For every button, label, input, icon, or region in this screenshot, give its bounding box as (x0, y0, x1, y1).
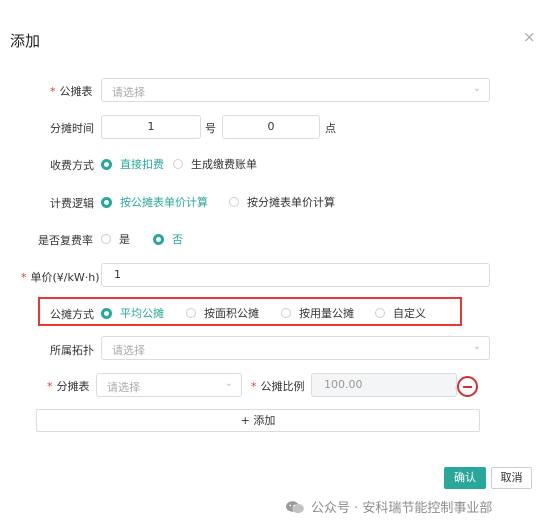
unit-price-input[interactable]: 1 (101, 263, 490, 287)
cancel-button[interactable]: 取消 (491, 467, 532, 489)
ratio-input[interactable]: 100.00 (311, 373, 457, 397)
close-icon[interactable]: × (523, 28, 536, 46)
radio-generate-bill[interactable]: 生成缴费账单 (173, 156, 257, 172)
charge-mode-label: 收费方式 (50, 159, 94, 172)
radio-dot (101, 307, 112, 319)
chevron-down-icon: ⌄ (224, 378, 233, 389)
watermark: 公众号 · 安科瑞节能控制事业部 (285, 497, 492, 516)
add-row-button[interactable]: + 添加 (36, 409, 480, 432)
meter-select[interactable]: 请选择 ⌄ (101, 78, 490, 102)
radio-multi-rate-yes[interactable]: 是 (101, 231, 130, 247)
sub-meter-label: * 分摊表 (47, 380, 90, 393)
topology-label: 所属拓扑 (50, 344, 94, 357)
radio-dot (153, 233, 164, 245)
day-input[interactable]: 1 (101, 115, 201, 139)
meter-placeholder: 请选择 (112, 86, 145, 99)
radio-direct-deduct[interactable]: 直接扣费 (101, 156, 164, 172)
watermark-text: 公众号 · 安科瑞节能控制事业部 (311, 501, 493, 516)
radio-multi-rate-no[interactable]: 否 (153, 231, 183, 247)
radio-dot (375, 308, 385, 318)
day-unit: 号 (205, 122, 216, 135)
radio-dot (101, 196, 112, 208)
radio-dot (101, 234, 111, 244)
radio-dot (101, 158, 112, 170)
chevron-down-icon: ⌄ (472, 341, 481, 352)
radio-usage-share[interactable]: 按用量公摊 (281, 305, 354, 321)
topology-select[interactable]: 请选择 ⌄ (101, 336, 490, 360)
radio-average-share[interactable]: 平均公摊 (101, 305, 164, 321)
multi-rate-label: 是否复费率 (38, 234, 93, 247)
radio-custom-share[interactable]: 自定义 (375, 305, 426, 321)
time-label: 分摊时间 (50, 122, 94, 135)
radio-dot (186, 308, 196, 318)
billing-logic-label: 计费逻辑 (50, 197, 94, 210)
radio-by-sub-meter-price[interactable]: 按分摊表单价计算 (229, 194, 335, 210)
chevron-down-icon: ⌄ (472, 83, 481, 94)
topology-placeholder: 请选择 (112, 344, 145, 357)
confirm-button[interactable]: 确认 (444, 467, 486, 489)
meter-label: * 公摊表 (50, 85, 93, 98)
minus-circle-icon[interactable] (457, 376, 478, 397)
radio-area-share[interactable]: 按面积公摊 (186, 305, 259, 321)
radio-dot (173, 159, 183, 169)
ratio-label: * 公摊比例 (251, 380, 305, 393)
dialog-title: 添加 (10, 32, 41, 50)
hour-unit: 点 (325, 122, 336, 135)
share-mode-label: 公摊方式 (50, 308, 94, 321)
radio-dot (229, 197, 239, 207)
wechat-icon (286, 500, 304, 513)
sub-meter-placeholder: 请选择 (107, 381, 140, 394)
radio-by-shared-meter-price[interactable]: 按公摊表单价计算 (101, 194, 208, 210)
radio-dot (281, 308, 291, 318)
sub-meter-select[interactable]: 请选择 ⌄ (96, 373, 242, 397)
unit-price-label: * 单价(¥/kW·h) (21, 271, 100, 284)
hour-input[interactable]: 0 (222, 115, 320, 139)
